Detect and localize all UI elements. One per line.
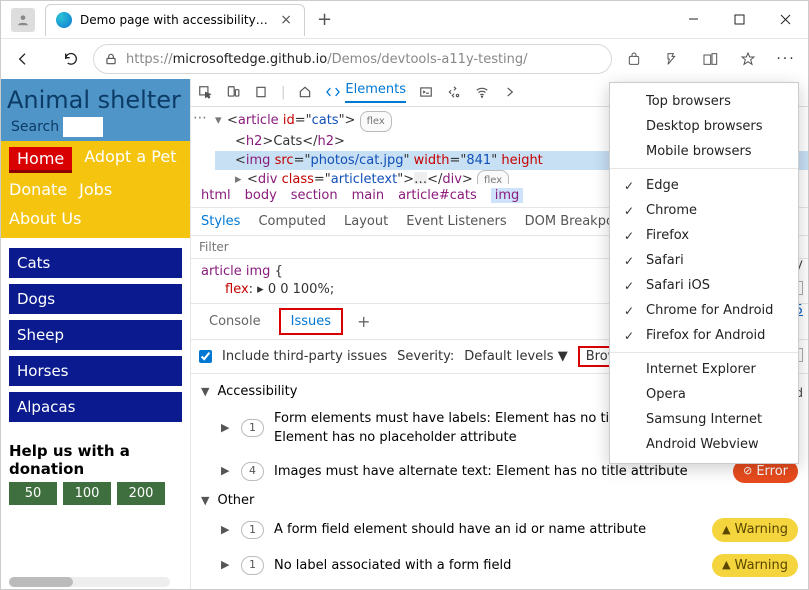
animal-link-dogs[interactable]: Dogs (9, 284, 182, 314)
toolbar: https://microsoftedge.github.io/Demos/de… (1, 39, 808, 79)
dd-mobile-browsers[interactable]: Mobile browsers (610, 139, 798, 164)
browser-tab[interactable]: Demo page with accessibility issu × (45, 4, 305, 36)
titlebar: Demo page with accessibility issu × + (1, 1, 808, 39)
browser-filter-menu[interactable]: Top browsers Desktop browsers Mobile bro… (609, 82, 799, 464)
tab-styles[interactable]: Styles (201, 214, 240, 229)
nav-donate[interactable]: Donate (9, 180, 67, 199)
site-title: Animal shelter (7, 87, 181, 113)
main-nav: Home Adopt a Pet Donate Jobs About Us (1, 141, 190, 238)
donate-100[interactable]: 100 (63, 482, 111, 505)
include-thirdparty-label: Include third-party issues (222, 349, 387, 364)
new-tab-button[interactable]: + (313, 5, 336, 34)
dd-ie[interactable]: Internet Explorer (610, 357, 798, 382)
nav-jobs[interactable]: Jobs (79, 180, 112, 199)
elements-tab[interactable]: Elements (325, 82, 406, 103)
close-tab-icon[interactable]: × (278, 12, 294, 28)
dd-opera[interactable]: Opera (610, 382, 798, 407)
add-drawer-tab[interactable]: + (351, 312, 376, 331)
nav-home[interactable]: Home (9, 147, 72, 170)
issue-row[interactable]: ▶ 1 No label associated with a form fiel… (191, 548, 808, 584)
dd-firefox[interactable]: ✓Firefox (610, 223, 798, 248)
animal-link-sheep[interactable]: Sheep (9, 320, 182, 350)
animal-link-horses[interactable]: Horses (9, 356, 182, 386)
nav-about[interactable]: About Us (9, 209, 81, 228)
tab-console[interactable]: Console (199, 310, 271, 333)
refresh-button[interactable] (55, 43, 87, 75)
dd-safari[interactable]: ✓Safari (610, 248, 798, 273)
tab-issues[interactable]: Issues (279, 308, 343, 335)
dd-samsung[interactable]: Samsung Internet (610, 407, 798, 432)
animal-link-alpacas[interactable]: Alpacas (9, 392, 182, 422)
home-icon[interactable] (297, 84, 313, 100)
edge-icon (56, 12, 72, 28)
dd-firefox-android[interactable]: ✓Firefox for Android (610, 323, 798, 348)
tab-title: Demo page with accessibility issu (80, 13, 270, 27)
inspect-icon[interactable] (197, 84, 213, 100)
back-button[interactable] (7, 43, 39, 75)
device-icon[interactable] (225, 84, 241, 100)
donate-200[interactable]: 200 (117, 482, 165, 505)
minimize-button[interactable] (670, 1, 716, 39)
tab-computed[interactable]: Computed (258, 214, 326, 229)
donate-heading: Help us with a donation (1, 432, 190, 482)
console-icon[interactable] (418, 84, 434, 100)
nav-adopt[interactable]: Adopt a Pet (84, 147, 176, 170)
tab-layout[interactable]: Layout (344, 214, 388, 229)
network-icon[interactable] (474, 84, 490, 100)
issue-row[interactable]: ▶ 1 A form field element should have an … (191, 512, 808, 548)
dd-desktop-browsers[interactable]: Desktop browsers (610, 114, 798, 139)
search-input[interactable] (63, 117, 103, 137)
close-window-button[interactable] (762, 1, 808, 39)
shopping-icon[interactable] (618, 43, 650, 75)
page-scrollbar-h[interactable] (9, 577, 170, 587)
warning-badge: ▲Warning (712, 554, 798, 578)
menu-button[interactable]: ··· (770, 43, 802, 75)
maximize-button[interactable] (716, 1, 762, 39)
address-bar[interactable]: https://microsoftedge.github.io/Demos/de… (93, 44, 612, 74)
severity-dropdown[interactable]: Default levels ▼ (464, 349, 567, 364)
sources-icon[interactable] (446, 84, 462, 100)
include-thirdparty-checkbox[interactable] (199, 350, 212, 363)
dd-edge[interactable]: ✓Edge (610, 173, 798, 198)
url-text: https://microsoftedge.github.io/Demos/de… (126, 52, 601, 67)
profile-avatar[interactable] (11, 8, 35, 32)
donate-50[interactable]: 50 (9, 482, 57, 505)
group-other[interactable]: ▼Other (191, 489, 808, 512)
read-aloud-icon[interactable] (656, 43, 688, 75)
animal-link-cats[interactable]: Cats (9, 248, 182, 278)
lock-icon (104, 52, 118, 66)
dd-android-webview[interactable]: Android Webview (610, 432, 798, 457)
collections-icon[interactable] (694, 43, 726, 75)
dd-chrome-android[interactable]: ✓Chrome for Android (610, 298, 798, 323)
favorite-icon[interactable] (732, 43, 764, 75)
search-label: Search (11, 119, 59, 135)
warning-badge: ▲Warning (712, 518, 798, 542)
tab-event-listeners[interactable]: Event Listeners (406, 214, 506, 229)
dd-safari-ios[interactable]: ✓Safari iOS (610, 273, 798, 298)
welcome-icon[interactable] (253, 84, 269, 100)
dom-gutter-icon[interactable]: ⋯ (193, 110, 207, 126)
page-preview: Animal shelter Search Home Adopt a Pet D… (1, 79, 191, 589)
severity-label: Severity: (397, 349, 454, 364)
more-tabs-icon[interactable] (502, 84, 518, 100)
dd-chrome[interactable]: ✓Chrome (610, 198, 798, 223)
dd-top-browsers[interactable]: Top browsers (610, 89, 798, 114)
